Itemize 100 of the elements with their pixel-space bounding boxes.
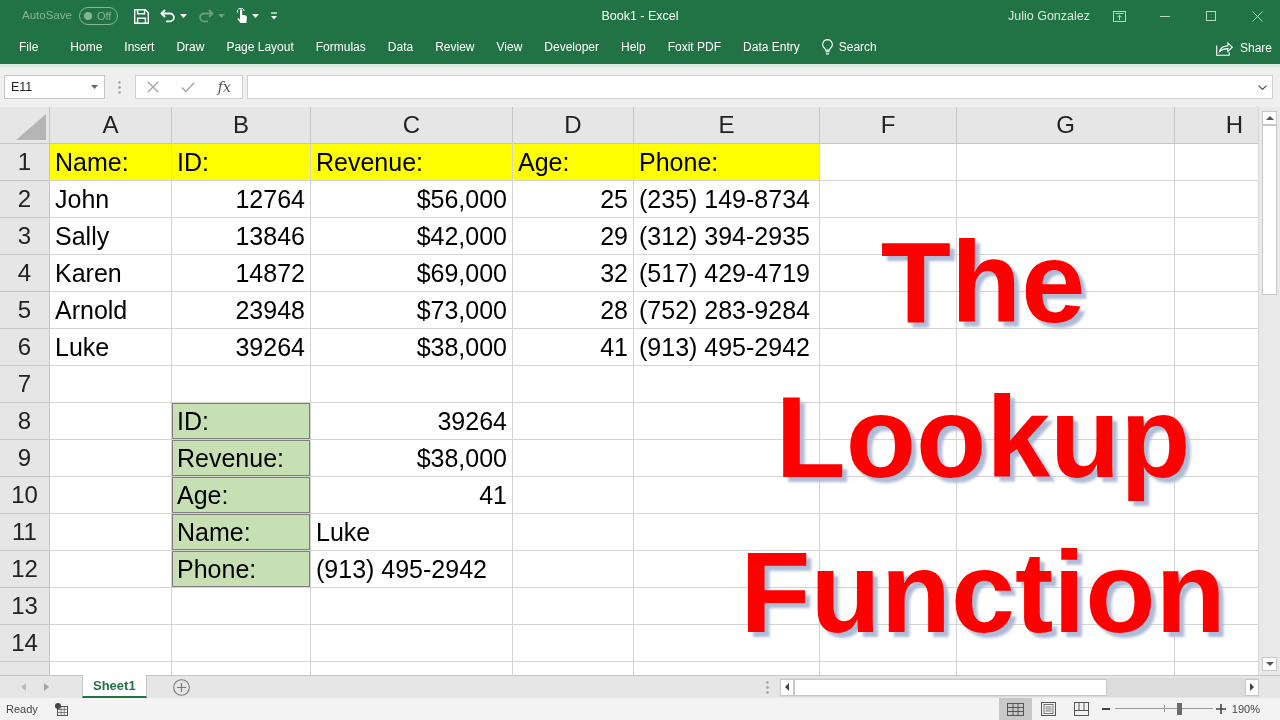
zoom-slider-thumb[interactable] [1176,703,1182,715]
sheet-cell[interactable]: ID: [172,403,311,440]
sheet-cell[interactable]: 23948 [172,292,311,329]
sheet-cell[interactable]: Name: [50,144,172,181]
scroll-down-button[interactable] [1262,657,1277,671]
undo-button[interactable] [160,9,188,23]
macro-record-icon[interactable] [54,702,68,716]
ribbon-tab[interactable]: Draw [165,33,216,63]
sheet-cell[interactable]: $56,000 [311,181,513,218]
row-header[interactable]: 9 [0,440,50,477]
ribbon-tab[interactable]: Home [59,33,114,63]
zoom-level-button[interactable]: 190% [1231,700,1260,718]
scroll-left-button[interactable] [780,678,794,696]
sheet-cell[interactable]: $73,000 [311,292,513,329]
formula-input[interactable] [247,75,1273,99]
vertical-scrollbar[interactable] [1258,107,1280,675]
ribbon-tab[interactable]: Insert [113,33,166,63]
sheet-cell[interactable]: 41 [311,477,513,514]
ribbon-tab[interactable]: Page Layout [215,33,305,63]
row-header[interactable]: 7 [0,366,50,403]
scroll-thumb[interactable] [794,678,1107,696]
sheet-cell[interactable]: Revenue: [311,144,513,181]
sheet-cell[interactable]: 41 [513,329,634,366]
scroll-thumb[interactable] [1262,125,1277,295]
sheet-cell[interactable]: 14872 [172,255,311,292]
sheet-cell[interactable]: ID: [172,144,311,181]
ribbon-tab[interactable]: Formulas [304,33,377,63]
sheet-cell[interactable]: 39264 [311,403,513,440]
sheet-cell[interactable]: Name: [172,514,311,551]
name-box[interactable]: E11 [4,75,105,99]
sheet-cell[interactable]: (752) 283-9284 [634,292,820,329]
search-button[interactable]: Search [810,32,888,64]
column-header[interactable]: D [513,107,634,144]
sheet-cell[interactable]: $69,000 [311,255,513,292]
sheet-cell[interactable]: Arnold [50,292,172,329]
column-header[interactable]: H [1175,107,1258,144]
column-header[interactable]: G [957,107,1175,144]
ribbon-tab[interactable]: Foxit PDF [656,33,733,63]
save-button[interactable] [134,8,150,24]
sheet-cell[interactable]: Age: [513,144,634,181]
row-header[interactable]: 1 [0,144,50,181]
zoom-slider-track[interactable] [1114,702,1213,716]
sheet-cell[interactable]: (235) 149-8734 [634,181,820,218]
sheet-cell[interactable]: Phone: [172,551,311,588]
sheet-cell[interactable]: 13846 [172,218,311,255]
ribbon-tab[interactable]: Review [424,33,486,63]
ribbon-tab[interactable]: Data [376,33,425,63]
sheet-cell[interactable]: (517) 429-4719 [634,255,820,292]
triangle-right-icon[interactable] [44,683,49,691]
sheet-cell[interactable]: $38,000 [311,329,513,366]
row-header[interactable]: 8 [0,403,50,440]
cancel-button[interactable] [147,81,160,93]
sheet-cell[interactable]: 25 [513,181,634,218]
row-header[interactable]: 4 [0,255,50,292]
ribbon-tab[interactable]: View [485,33,534,63]
scroll-right-button[interactable] [1245,678,1259,696]
horizontal-scrollbar[interactable] [780,677,1259,697]
row-header[interactable]: 3 [0,218,50,255]
sheet-cell[interactable]: Phone: [634,144,820,181]
ribbon-tab[interactable]: Data Entry [732,33,811,63]
sheet-cell[interactable]: John [50,181,172,218]
row-header[interactable]: 13 [0,588,50,625]
sheet-cell[interactable]: 39264 [172,329,311,366]
normal-view-button[interactable] [998,698,1032,720]
insert-function-button[interactable]: fx [217,80,231,94]
ribbon-tab[interactable]: File [8,33,50,63]
grip-dots-icon[interactable] [766,680,769,694]
row-header[interactable]: 10 [0,477,50,514]
column-header[interactable]: F [820,107,957,144]
row-header[interactable]: 11 [0,514,50,551]
ribbon-tab[interactable]: Help [610,33,657,63]
enter-button[interactable] [181,81,196,93]
sheet-cell[interactable]: (312) 394-2935 [634,218,820,255]
sheet-cell[interactable]: $42,000 [311,218,513,255]
sheet-cell[interactable]: Revenue: [172,440,311,477]
column-header[interactable]: C [311,107,513,144]
sheet-cell[interactable]: (913) 495-2942 [311,551,513,588]
row-header[interactable]: 14 [0,625,50,662]
column-header[interactable]: E [634,107,820,144]
sheet-cell[interactable]: 29 [513,218,634,255]
sheet-cell[interactable]: Luke [311,514,513,551]
sheet-tab[interactable]: Sheet1 [82,675,147,698]
customize-button[interactable] [270,12,279,20]
row-header[interactable]: 12 [0,551,50,588]
sheet-cell[interactable]: Luke [50,329,172,366]
sheet-cell[interactable]: Sally [50,218,172,255]
sheet-cell[interactable]: Karen [50,255,172,292]
column-header[interactable]: A [50,107,172,144]
sheet-cell[interactable]: 28 [513,292,634,329]
sheet-cell[interactable]: 12764 [172,181,311,218]
sheet-cell[interactable]: 32 [513,255,634,292]
sheet-cell[interactable]: Age: [172,477,311,514]
plus-circle-icon[interactable] [172,678,190,696]
share-button[interactable]: Share [1213,35,1274,61]
plus-icon[interactable] [1215,704,1226,714]
row-header[interactable]: 5 [0,292,50,329]
sheet-cell[interactable]: (913) 495-2942 [634,329,820,366]
column-header[interactable]: B [172,107,311,144]
row-header[interactable]: 2 [0,181,50,218]
sheet-cell[interactable]: $38,000 [311,440,513,477]
